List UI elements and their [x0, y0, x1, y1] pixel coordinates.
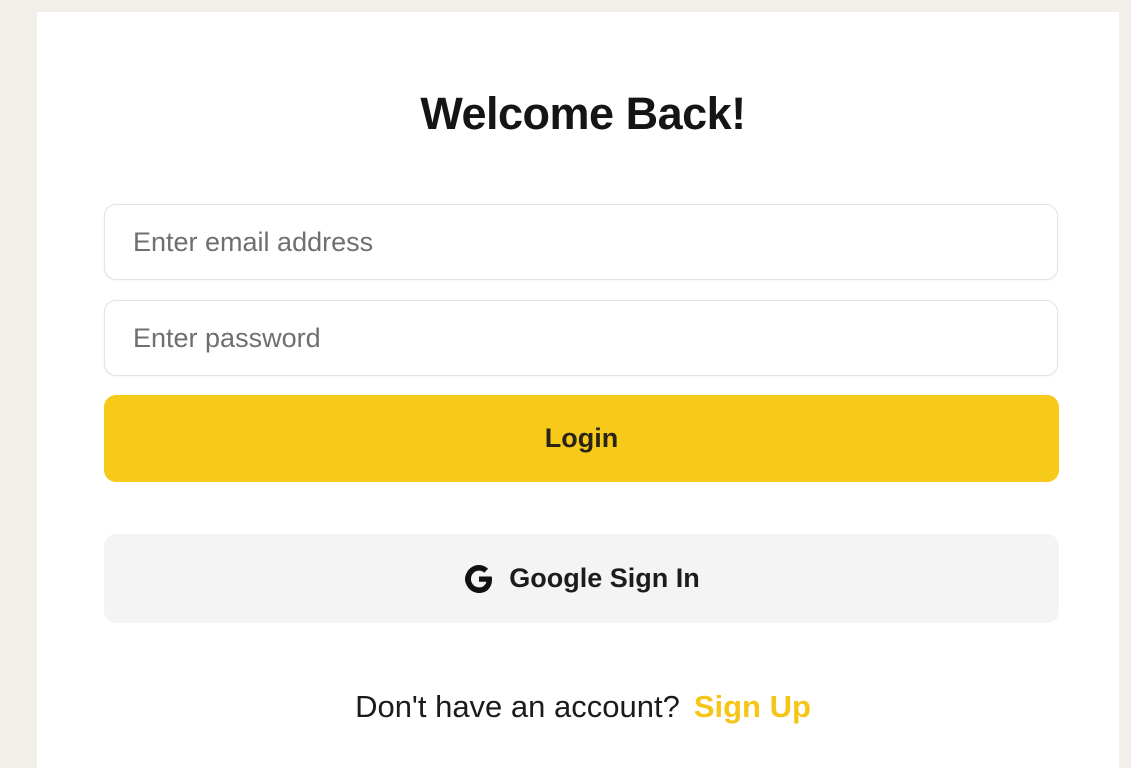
- login-card: Welcome Back! Login Google Sign In Don't…: [37, 12, 1119, 768]
- sign-up-link[interactable]: Sign Up: [694, 689, 811, 724]
- google-sign-in-button[interactable]: Google Sign In: [104, 534, 1059, 623]
- google-sign-in-label: Google Sign In: [509, 563, 700, 593]
- login-button[interactable]: Login: [104, 395, 1059, 482]
- email-field[interactable]: [104, 204, 1058, 280]
- google-g-icon: [463, 563, 495, 595]
- page-title: Welcome Back!: [420, 88, 746, 139]
- signup-prompt-row: Don't have an account? Sign Up: [37, 685, 1129, 729]
- password-field[interactable]: [104, 300, 1058, 376]
- signup-prompt-text: Don't have an account?: [355, 689, 680, 724]
- login-button-label: Login: [544, 423, 619, 453]
